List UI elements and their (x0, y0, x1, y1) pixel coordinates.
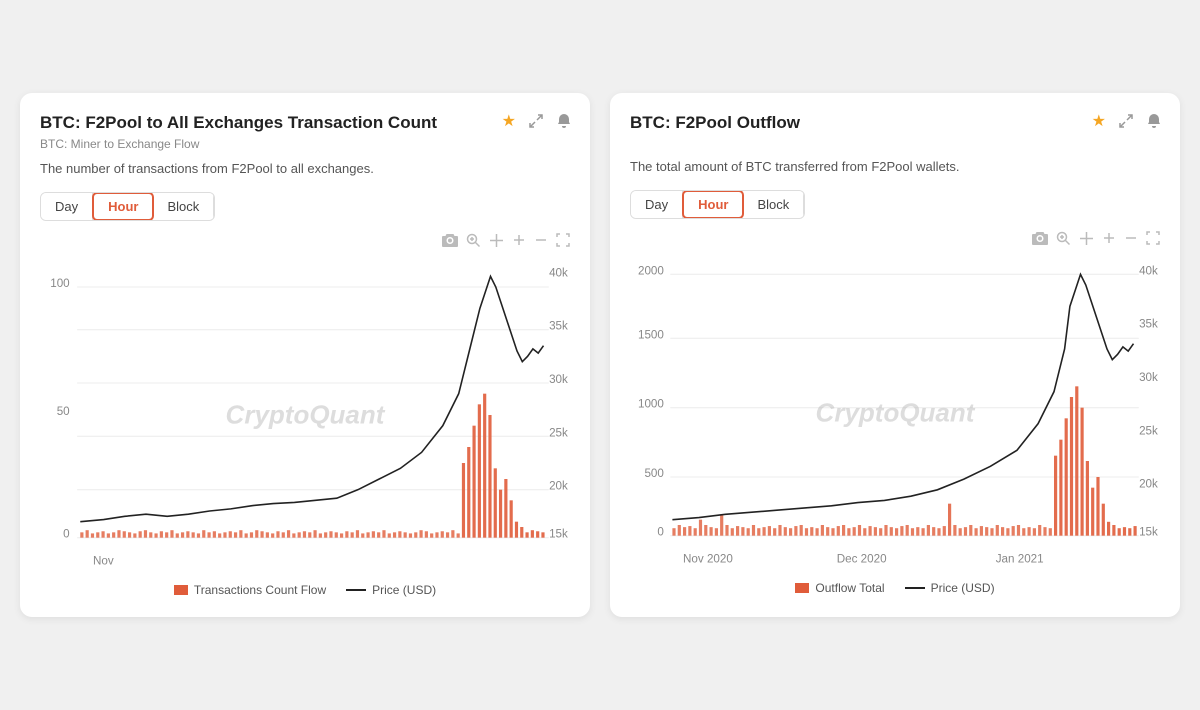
bell-button-2[interactable] (1144, 111, 1164, 131)
camera-icon-2[interactable] (1032, 231, 1048, 249)
fullscreen-icon-2[interactable] (1146, 231, 1160, 249)
svg-text:25k: 25k (549, 427, 568, 440)
card-1: ★ BTC: F2Pool to All Exchanges Transacti… (20, 93, 590, 618)
card-1-svg: 100 50 0 40k 35k 30k 25k 20k 15k Nov (40, 255, 570, 575)
legend-bar-label-2: Outflow Total (815, 581, 884, 595)
crosshair-icon-1[interactable] (489, 233, 504, 251)
plus-icon-1[interactable] (512, 233, 526, 251)
card-2-description: The total amount of BTC transferred from… (630, 157, 1160, 177)
card-1-time-buttons: Day Hour Block (40, 192, 215, 221)
card-2-time-buttons: Day Hour Block (630, 190, 805, 219)
card-2: ★ BTC: F2Pool Outflow The total amount o… (610, 93, 1180, 618)
card-2-title: BTC: F2Pool Outflow (630, 113, 1160, 133)
time-btn-block-2[interactable]: Block (743, 191, 804, 218)
legend-bar-label-1: Transactions Count Flow (194, 583, 326, 597)
zoom-icon-2[interactable] (1056, 231, 1071, 249)
svg-text:30k: 30k (549, 373, 568, 386)
plus-icon-2[interactable] (1102, 231, 1116, 249)
svg-text:30k: 30k (1139, 371, 1158, 384)
svg-text:35k: 35k (549, 320, 568, 333)
star-button-1[interactable]: ★ (500, 109, 518, 133)
time-btn-day-2[interactable]: Day (631, 191, 683, 218)
svg-text:Nov: Nov (93, 555, 114, 568)
card-1-chart: CryptoQuant 100 50 0 40k 35k 30k 25k 20k… (40, 255, 570, 575)
svg-text:25k: 25k (1139, 425, 1158, 438)
legend-bar-1: Transactions Count Flow (174, 583, 326, 597)
svg-text:50: 50 (57, 405, 70, 418)
svg-text:1000: 1000 (638, 398, 664, 411)
svg-text:15k: 15k (1139, 526, 1158, 539)
card-1-actions: ★ (500, 109, 574, 133)
zoom-icon-1[interactable] (466, 233, 481, 251)
crosshair-icon-2[interactable] (1079, 231, 1094, 249)
card-2-toolbar (630, 231, 1160, 249)
card-1-title: BTC: F2Pool to All Exchanges Transaction… (40, 113, 570, 133)
svg-text:35k: 35k (1139, 318, 1158, 331)
legend-line-1: Price (USD) (346, 583, 436, 597)
svg-text:Dec 2020: Dec 2020 (837, 553, 887, 566)
fullscreen-icon-1[interactable] (556, 233, 570, 251)
svg-text:500: 500 (644, 467, 664, 480)
svg-text:0: 0 (63, 528, 70, 541)
card-2-svg: 2000 1500 1000 500 0 40k 35k 30k 25k 20k… (630, 253, 1160, 573)
legend-line-label-2: Price (USD) (931, 581, 995, 595)
minus-icon-2[interactable] (1124, 231, 1138, 249)
svg-text:2000: 2000 (638, 265, 664, 278)
time-btn-hour-2[interactable]: Hour (682, 190, 744, 219)
time-btn-block-1[interactable]: Block (153, 193, 214, 220)
svg-text:40k: 40k (549, 267, 568, 280)
card-2-legend: Outflow Total Price (USD) (630, 581, 1160, 595)
card-1-toolbar (40, 233, 570, 251)
expand-button-2[interactable] (1116, 111, 1136, 131)
legend-line-label-1: Price (USD) (372, 583, 436, 597)
legend-line-2: Price (USD) (905, 581, 995, 595)
svg-text:40k: 40k (1139, 265, 1158, 278)
card-2-chart: CryptoQuant 2000 1500 1000 500 0 40k 35k… (630, 253, 1160, 573)
cards-container: ★ BTC: F2Pool to All Exchanges Transacti… (20, 93, 1180, 618)
svg-text:20k: 20k (549, 480, 568, 493)
card-1-description: The number of transactions from F2Pool t… (40, 159, 570, 179)
time-btn-hour-1[interactable]: Hour (92, 192, 154, 221)
svg-text:20k: 20k (1139, 478, 1158, 491)
time-btn-day-1[interactable]: Day (41, 193, 93, 220)
bar-icon-1 (174, 585, 188, 595)
card-1-subtitle: BTC: Miner to Exchange Flow (40, 137, 570, 151)
line-icon-2 (905, 587, 925, 589)
svg-text:Jan 2021: Jan 2021 (996, 553, 1044, 566)
card-2-actions: ★ (1090, 109, 1164, 133)
line-icon-1 (346, 589, 366, 591)
svg-text:1500: 1500 (638, 329, 664, 342)
star-button-2[interactable]: ★ (1090, 109, 1108, 133)
minus-icon-1[interactable] (534, 233, 548, 251)
svg-text:15k: 15k (549, 528, 568, 541)
bell-button-1[interactable] (554, 111, 574, 131)
card-1-legend: Transactions Count Flow Price (USD) (40, 583, 570, 597)
legend-bar-2: Outflow Total (795, 581, 884, 595)
svg-text:100: 100 (50, 277, 70, 290)
bar-icon-2 (795, 583, 809, 593)
svg-text:0: 0 (657, 526, 664, 539)
svg-text:Nov 2020: Nov 2020 (683, 553, 733, 566)
camera-icon-1[interactable] (442, 233, 458, 251)
expand-button-1[interactable] (526, 111, 546, 131)
